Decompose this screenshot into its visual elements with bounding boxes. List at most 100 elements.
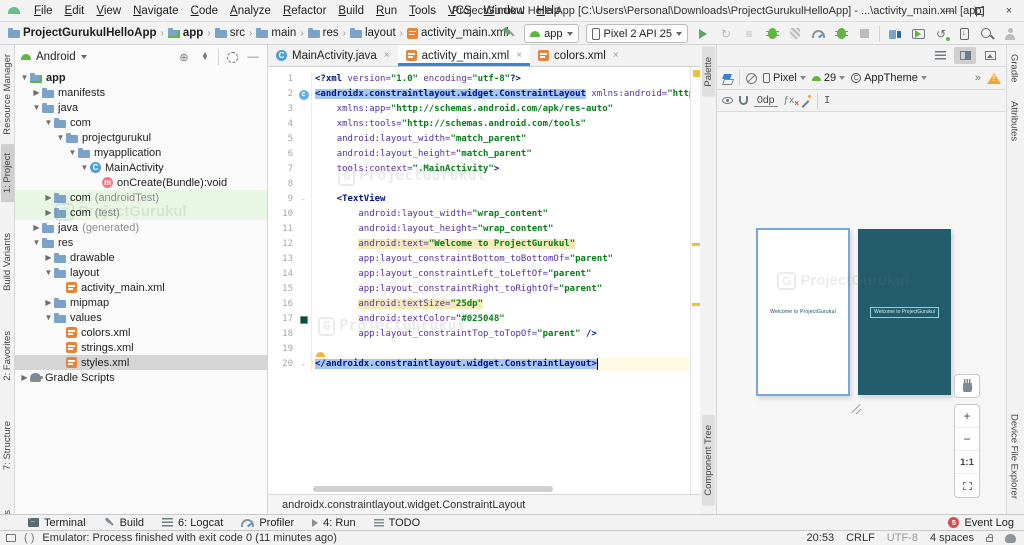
code-line-14[interactable]: 14 app:layout_constraintLeft_toLeftOf="p… (268, 267, 690, 282)
clear-constraints-icon[interactable]: ƒx (784, 95, 799, 108)
orientation-icon[interactable] (746, 72, 757, 84)
tree-item-java[interactable]: ▶ java (generated) (15, 220, 267, 235)
tree-item-com[interactable]: ▶ com (androidTest) (15, 190, 267, 205)
toolwindow-button-todo[interactable]: TODO (373, 517, 420, 529)
tree-expander-icon[interactable]: ▼ (55, 133, 66, 142)
palette-tab[interactable]: Palette (701, 47, 715, 97)
menu-view[interactable]: View (90, 3, 127, 19)
encoding-indicator[interactable]: UTF-8 (887, 532, 918, 544)
code-line-7[interactable]: 7 tools:context=".MainActivity"> (268, 162, 690, 177)
tree-item-layout[interactable]: ▼ layout (15, 265, 267, 280)
tree-expander-icon[interactable]: ▶ (31, 88, 42, 97)
gradle-sync-button[interactable]: ↺ (933, 26, 950, 42)
debug-button[interactable] (764, 26, 780, 42)
profile-button[interactable] (1002, 26, 1018, 42)
zoom-to-fit-button[interactable] (955, 474, 979, 497)
maximize-button[interactable] (964, 0, 994, 22)
tree-item-projectgurukul[interactable]: ▼ projectgurukul (15, 130, 267, 145)
code-line-20[interactable]: 20- </androidx.constraintlayout.widget.Co… (268, 357, 690, 372)
editor-tab-activity-main-xml[interactable]: activity_main.xml × (397, 45, 531, 66)
default-margin-control[interactable]: 0dp (754, 94, 778, 107)
event-log-button[interactable]: 5 Event Log (948, 517, 1014, 529)
menu-edit[interactable]: Edit (59, 3, 91, 19)
tree-expander-icon[interactable]: ▼ (43, 268, 54, 277)
toolbar-overflow-button[interactable]: » (975, 72, 981, 84)
design-preview-phone[interactable]: Welcome to ProjectGurukul (756, 228, 850, 396)
attach-debugger-button[interactable] (833, 26, 849, 42)
code-line-4[interactable]: 4 xmlns:tools="http://schemas.android.co… (268, 117, 690, 132)
zoom-reset-button[interactable]: 1:1 (955, 451, 979, 474)
breadcrumb-item-activity_main.xml[interactable]: activity_main.xml (407, 27, 509, 39)
code-editor[interactable]: 1 <?xml version="1.0" encoding="utf-8"?> 2… (268, 67, 700, 494)
stop-button[interactable] (856, 26, 872, 42)
design-view-button[interactable] (979, 47, 1001, 64)
code-line-10[interactable]: 10 android:layout_width="wrap_content" (268, 207, 690, 222)
menu-navigate[interactable]: Navigate (127, 3, 184, 19)
close-tab-icon[interactable]: × (384, 50, 390, 61)
toolwindow-button-6-logcat[interactable]: 6: Logcat (162, 517, 223, 529)
tree-item-values[interactable]: ▼ values (15, 310, 267, 325)
device-dropdown[interactable]: Pixel (763, 72, 806, 84)
blueprint-textview[interactable]: Welcome to ProjectGurukul (870, 306, 939, 318)
zoom-in-button[interactable]: + (955, 405, 979, 428)
editor-tab-mainactivity-java[interactable]: C MainActivity.java × (268, 45, 398, 66)
indent-indicator[interactable]: 4 spaces (930, 532, 974, 544)
inspection-status-icon[interactable] (692, 70, 700, 77)
pan-button[interactable] (954, 374, 980, 398)
run-button[interactable] (695, 26, 711, 42)
tree-item-styles-xml[interactable]: styles.xml (15, 355, 267, 370)
sidebar-tab-resource-manager[interactable]: Resource Manager (1, 45, 14, 144)
code-line-15[interactable]: 15 app:layout_constraintRight_toRightOf=… (268, 282, 690, 297)
breadcrumb-item-app[interactable]: app (167, 27, 203, 39)
sidebar-tab-7-structure[interactable]: 7: Structure (1, 412, 14, 479)
split-view-button[interactable] (954, 47, 976, 64)
tree-item-gradle-scripts[interactable]: ▶ Gradle Scripts (15, 370, 267, 385)
sidebar-tab-build-variants[interactable]: Build Variants (1, 224, 14, 300)
tree-item-manifests[interactable]: ▶ manifests (15, 85, 267, 100)
api-dropdown[interactable]: 29 (811, 72, 846, 84)
tree-expander-icon[interactable]: ▼ (43, 118, 54, 127)
coverage-button[interactable] (787, 26, 803, 42)
apply-changes-button[interactable]: ↻ (718, 26, 734, 42)
device-select[interactable]: Pixel 2 API 25 (585, 24, 688, 43)
toolwindow-button-terminal[interactable]: Terminal (28, 516, 86, 529)
close-tab-icon[interactable]: × (613, 50, 619, 61)
guidelines-icon[interactable]: I (824, 95, 830, 106)
run-configuration-select[interactable]: app (524, 24, 579, 43)
view-options-icon[interactable] (722, 97, 733, 104)
code-line-13[interactable]: 13 app:layout_constraintBottom_toBottomO… (268, 252, 690, 267)
tree-expander-icon[interactable]: ▶ (31, 223, 42, 232)
tree-expander-icon[interactable]: ▼ (67, 148, 78, 157)
canvas-resize-handle[interactable] (850, 402, 862, 415)
menu-refactor[interactable]: Refactor (277, 3, 332, 19)
project-view-select[interactable]: Android (36, 51, 76, 63)
tree-item-app[interactable]: ▼ app (15, 70, 267, 85)
warning-mark[interactable] (692, 303, 700, 306)
search-everywhere-button[interactable] (979, 26, 995, 42)
tree-item-mipmap[interactable]: ▶ mipmap (15, 295, 267, 310)
code-line-8[interactable]: 8 (268, 177, 690, 192)
locate-file-button[interactable]: ⊕ (176, 49, 192, 65)
preview-textview[interactable]: Welcome to ProjectGurukul (770, 309, 836, 315)
tree-item-java[interactable]: ▼ java (15, 100, 267, 115)
apply-code-changes-button[interactable]: ≡ (741, 26, 757, 42)
tree-expander-icon[interactable]: ▶ (43, 298, 54, 307)
tree-expander-icon[interactable]: ▶ (43, 208, 54, 217)
tree-expander-icon[interactable]: ▶ (43, 253, 54, 262)
breadcrumb-item-ProjectGurukulHelloApp[interactable]: ProjectGurukulHelloApp (8, 27, 157, 39)
code-view-button[interactable] (929, 47, 951, 64)
horizontal-scrollbar[interactable] (313, 486, 553, 492)
color-preview-swatch[interactable] (299, 315, 308, 324)
tree-item-mainactivity[interactable]: ▼ C MainActivity (15, 160, 267, 175)
tree-expander-icon[interactable]: ▼ (19, 73, 30, 82)
close-button[interactable]: × (994, 0, 1024, 22)
sidebar-tab-device-file-explorer[interactable]: Device File Explorer (1008, 405, 1021, 508)
breadcrumb-item-res[interactable]: res (307, 27, 339, 39)
breadcrumb-item-src[interactable]: src (214, 27, 245, 39)
tree-item-activity-main-xml[interactable]: activity_main.xml (15, 280, 267, 295)
readonly-lock-icon[interactable] (986, 534, 993, 542)
code-line-18[interactable]: 18 app:layout_constraintTop_toTopOf="par… (268, 327, 690, 342)
error-stripe[interactable] (690, 67, 700, 494)
tree-expander-icon[interactable]: ▼ (43, 313, 54, 322)
tree-expander-icon[interactable]: ▼ (31, 238, 42, 247)
